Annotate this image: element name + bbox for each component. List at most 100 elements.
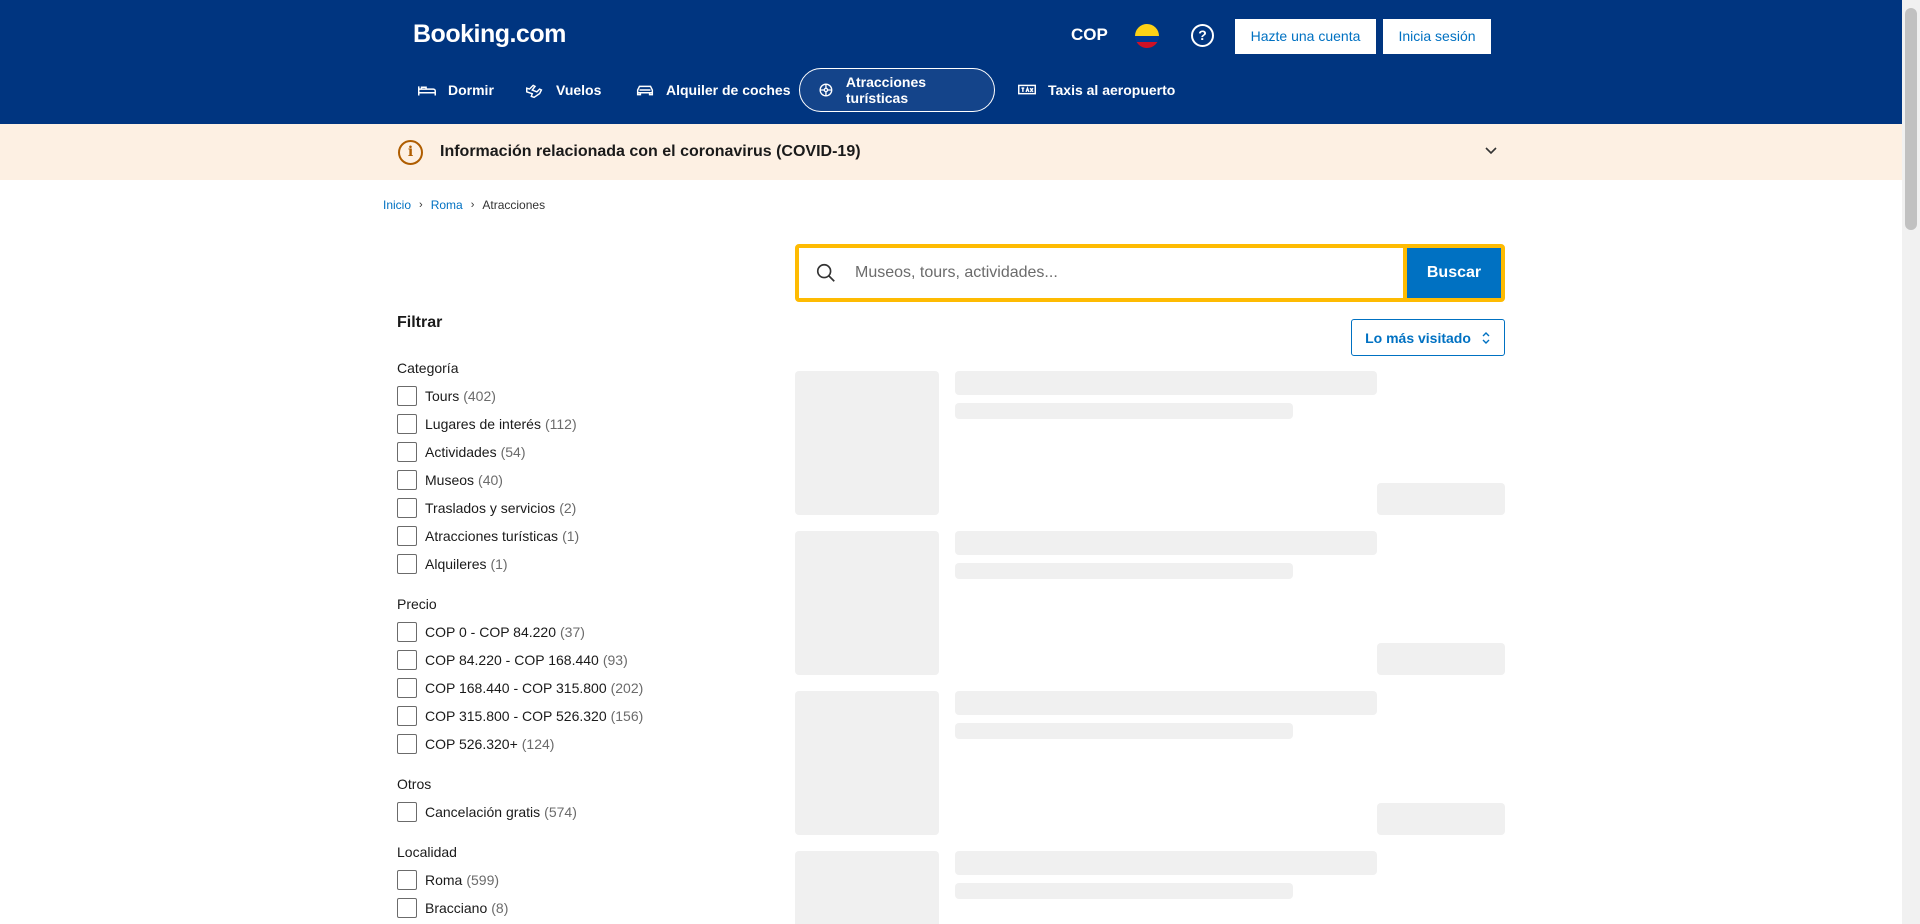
breadcrumb: Inicio › Roma › Atracciones <box>383 198 545 212</box>
skeleton-image <box>795 531 939 675</box>
taxi-icon <box>1018 84 1036 95</box>
sort-label: Lo más visitado <box>1365 329 1471 346</box>
bed-icon <box>418 86 436 96</box>
checkbox[interactable] <box>397 898 417 918</box>
skeleton-price <box>1377 643 1505 675</box>
filter-option-count: (112) <box>544 416 577 432</box>
booking-logo[interactable]: Booking.com <box>413 20 566 49</box>
attractions-icon <box>819 83 833 97</box>
nav-airport-taxis[interactable]: Taxis al aeropuerto <box>1000 68 1191 112</box>
currency-selector[interactable]: COP <box>1071 25 1108 45</box>
skeleton-subtitle <box>955 883 1293 899</box>
filter-group-category: Categoría Tours (402) Lugares de interés(… <box>397 360 579 578</box>
search-field[interactable] <box>799 248 1403 298</box>
filter-option[interactable]: Alquileres (1) <box>397 550 579 578</box>
nav-airport-taxis-label: Taxis al aeropuerto <box>1048 82 1176 98</box>
nav-stays[interactable]: Dormir <box>400 68 510 112</box>
login-button[interactable]: Inicia sesión <box>1383 19 1491 54</box>
filter-option-label: Cancelación gratis <box>425 804 541 820</box>
filter-option[interactable]: Roma (599) <box>397 866 508 894</box>
checkbox[interactable] <box>397 650 417 670</box>
covid-banner[interactable]: i Información relacionada con el coronav… <box>0 124 1902 180</box>
filter-option-label: COP 526.320+ <box>425 736 518 752</box>
skeleton-image <box>795 691 939 835</box>
checkbox[interactable] <box>397 622 417 642</box>
filter-option[interactable]: Museos (40) <box>397 466 579 494</box>
search-button[interactable]: Buscar <box>1407 248 1501 298</box>
breadcrumb-city[interactable]: Roma <box>431 198 463 212</box>
skeleton-title <box>955 691 1377 715</box>
filter-option-label: COP 315.800 - COP 526.320 <box>425 708 607 724</box>
chevron-right-icon: › <box>470 199 475 211</box>
nav-car-rental[interactable]: Alquiler de coches <box>618 68 806 112</box>
info-icon: i <box>398 140 423 165</box>
scrollbar-thumb[interactable] <box>1905 8 1917 230</box>
filter-option-label: Bracciano <box>425 900 488 916</box>
nav-flights-label: Vuelos <box>556 82 602 98</box>
search-icon <box>816 263 835 282</box>
skeleton-price <box>1377 483 1505 515</box>
filter-option-count: (124) <box>521 736 555 752</box>
filter-option-count: (202) <box>610 680 644 696</box>
filter-option-label: Lugares de interés <box>425 416 541 432</box>
filter-option-count: (599) <box>466 872 500 888</box>
checkbox[interactable] <box>397 734 417 754</box>
filter-option[interactable]: Bracciano (8) <box>397 894 508 922</box>
checkbox[interactable] <box>397 526 417 546</box>
filter-option[interactable]: Tours (402) <box>397 382 579 410</box>
covid-banner-text: Información relacionada con el coronavir… <box>440 143 861 160</box>
breadcrumb-home[interactable]: Inicio <box>383 198 411 212</box>
checkbox[interactable] <box>397 802 417 822</box>
checkbox[interactable] <box>397 442 417 462</box>
sort-dropdown[interactable]: Lo más visitado <box>1351 319 1505 356</box>
filter-group-other: Otros Cancelación gratis (574) <box>397 776 577 826</box>
filter-option[interactable]: Atracciones turísticas (1) <box>397 522 579 550</box>
site-header: Booking.com COP ? Hazte una cuenta Inici… <box>0 0 1902 124</box>
skeleton-subtitle <box>955 723 1293 739</box>
page-scrollbar[interactable] <box>1902 0 1920 924</box>
filter-option[interactable]: Cancelación gratis (574) <box>397 798 577 826</box>
checkbox[interactable] <box>397 414 417 434</box>
checkbox[interactable] <box>397 678 417 698</box>
filter-group-title: Categoría <box>397 360 459 376</box>
filter-option[interactable]: COP 0 - COP 84.220 (37) <box>397 618 643 646</box>
search-input[interactable] <box>855 264 1355 282</box>
chevron-down-icon[interactable] <box>1484 144 1498 158</box>
filter-option[interactable]: COP 315.800 - COP 526.320 (156) <box>397 702 643 730</box>
filter-option-count: (574) <box>544 804 577 820</box>
help-icon[interactable]: ? <box>1191 24 1214 47</box>
breadcrumb-current: Atracciones <box>482 198 546 212</box>
filter-option[interactable]: COP 168.440 - COP 315.800 (202) <box>397 674 643 702</box>
filter-option[interactable]: Actividades (54) <box>397 438 579 466</box>
nav-flights[interactable]: Vuelos <box>508 68 617 112</box>
filter-group-title: Otros <box>397 776 432 792</box>
checkbox[interactable] <box>397 386 417 406</box>
checkbox[interactable] <box>397 470 417 490</box>
filter-option[interactable]: COP 526.320+ (124) <box>397 730 643 758</box>
checkbox[interactable] <box>397 870 417 890</box>
checkbox[interactable] <box>397 554 417 574</box>
car-icon <box>636 85 654 96</box>
skeleton-image <box>795 371 939 515</box>
skeleton-subtitle <box>955 403 1293 419</box>
nav-attractions[interactable]: Atracciones turísticas <box>799 68 995 112</box>
skeleton-title <box>955 531 1377 555</box>
filter-option-label: COP 84.220 - COP 168.440 <box>425 652 599 668</box>
filter-option-label: Atracciones turísticas <box>425 528 559 544</box>
sort-arrows-icon <box>1482 331 1490 344</box>
filters-title: Filtrar <box>397 314 443 331</box>
checkbox[interactable] <box>397 706 417 726</box>
attractions-search-bar: Buscar <box>795 244 1505 302</box>
filter-option-label: Actividades <box>425 444 497 460</box>
filter-option[interactable]: Traslados y servicios (2) <box>397 494 579 522</box>
filter-option-count: (2) <box>559 500 577 516</box>
filter-option[interactable]: Lugares de interés (112) <box>397 410 579 438</box>
filter-option-count: (156) <box>610 708 644 724</box>
filter-option-count: (1) <box>490 556 508 572</box>
filter-option[interactable]: COP 84.220 - COP 168.440 (93) <box>397 646 643 674</box>
checkbox[interactable] <box>397 498 417 518</box>
register-button[interactable]: Hazte una cuenta <box>1235 19 1376 54</box>
colombia-flag-icon[interactable] <box>1135 24 1159 48</box>
skeleton-price <box>1377 803 1505 835</box>
skeleton-subtitle <box>955 563 1293 579</box>
